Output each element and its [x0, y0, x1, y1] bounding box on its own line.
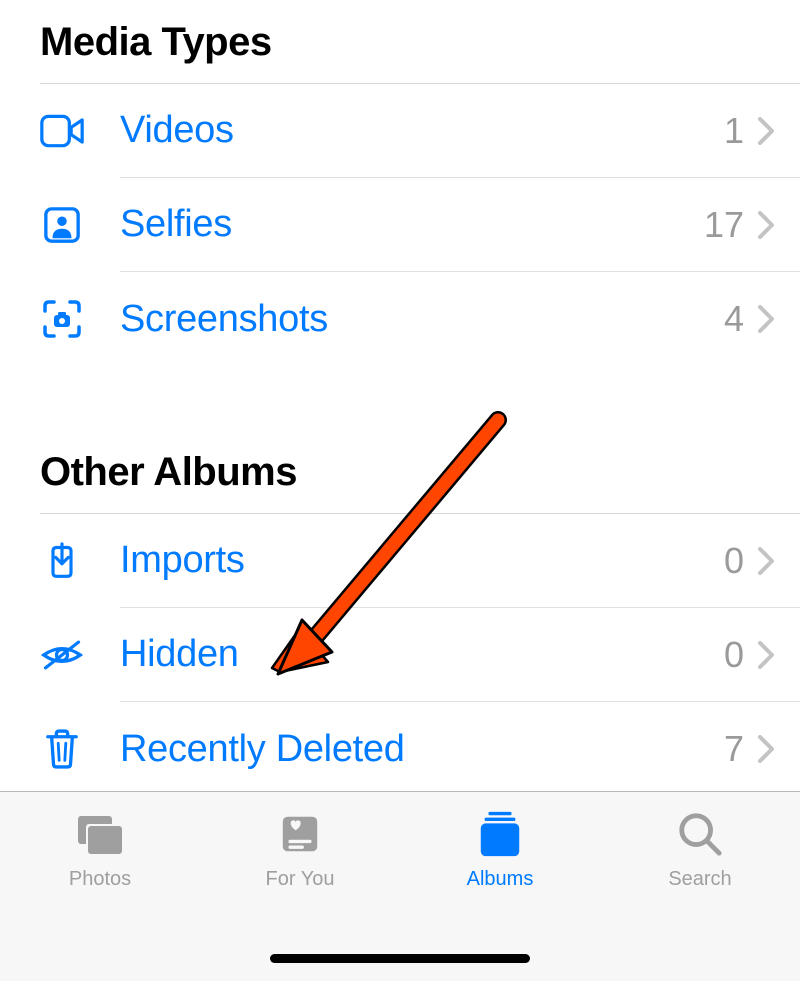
row-count: 0 — [724, 634, 744, 676]
trash-icon — [40, 727, 84, 771]
other-albums-header: Other Albums — [40, 430, 800, 514]
home-indicator — [270, 954, 530, 963]
search-tab-icon — [672, 808, 728, 860]
row-label: Videos — [120, 109, 724, 152]
tab-search[interactable]: Search — [600, 802, 800, 981]
chevron-right-icon — [758, 547, 774, 575]
row-label: Hidden — [120, 633, 724, 676]
tab-photos[interactable]: Photos — [0, 802, 200, 981]
tab-bar: Photos For You Albums — [0, 791, 800, 981]
media-types-header: Media Types — [40, 0, 800, 84]
row-label: Screenshots — [120, 298, 724, 341]
video-icon — [40, 109, 84, 153]
chevron-right-icon — [758, 641, 774, 669]
tab-label: Search — [668, 868, 731, 891]
imports-icon — [40, 539, 84, 583]
selfie-icon — [40, 203, 84, 247]
row-count: 4 — [724, 298, 744, 340]
row-label: Recently Deleted — [120, 728, 724, 771]
row-imports[interactable]: Imports 0 — [40, 514, 800, 608]
row-count: 0 — [724, 540, 744, 582]
row-label: Selfies — [120, 203, 704, 246]
screenshot-icon — [40, 297, 84, 341]
tab-label: Photos — [69, 868, 131, 891]
row-screenshots[interactable]: Screenshots 4 — [40, 272, 800, 366]
albums-content: Media Types Videos 1 Selfies 17 — [0, 0, 800, 796]
row-label: Imports — [120, 539, 724, 582]
chevron-right-icon — [758, 117, 774, 145]
row-hidden[interactable]: Hidden 0 — [40, 608, 800, 702]
row-videos[interactable]: Videos 1 — [40, 84, 800, 178]
row-recently-deleted[interactable]: Recently Deleted 7 — [40, 702, 800, 796]
albums-tab-icon — [472, 808, 528, 860]
row-count: 17 — [704, 204, 744, 246]
chevron-right-icon — [758, 211, 774, 239]
chevron-right-icon — [758, 305, 774, 333]
row-count: 1 — [724, 110, 744, 152]
foryou-tab-icon — [272, 808, 328, 860]
tab-label: For You — [266, 868, 335, 891]
hidden-icon — [40, 633, 84, 677]
tab-label: Albums — [467, 868, 534, 891]
row-count: 7 — [724, 728, 744, 770]
photos-tab-icon — [72, 808, 128, 860]
row-selfies[interactable]: Selfies 17 — [40, 178, 800, 272]
chevron-right-icon — [758, 735, 774, 763]
